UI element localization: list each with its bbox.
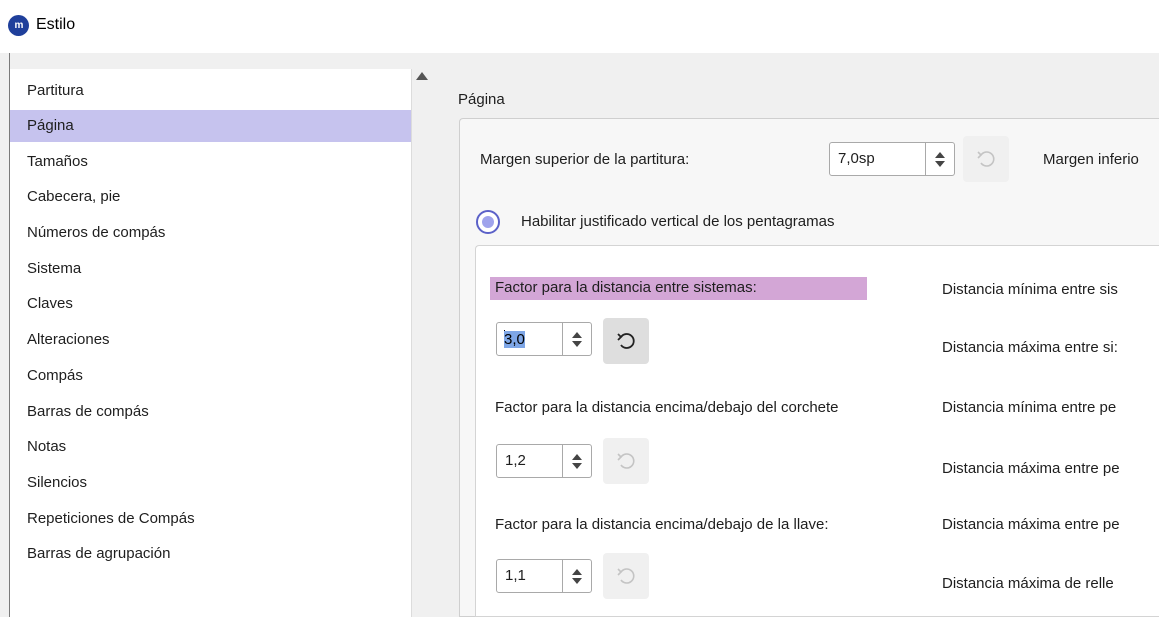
stepper-arrows[interactable] (562, 445, 591, 477)
reset-icon (617, 568, 635, 584)
min-system-distance-label: Distancia mínima entre sis (942, 281, 1118, 298)
system-factor-value[interactable]: 3,0 (504, 330, 525, 348)
max-system-distance-label: Distancia máxima entre si: (942, 339, 1118, 356)
spin-up-icon[interactable] (572, 454, 582, 460)
margin-top-reset-button[interactable] (963, 136, 1009, 182)
spin-down-icon[interactable] (572, 341, 582, 347)
brace-factor-reset-button[interactable] (603, 553, 649, 599)
sidebar-item-pagina[interactable]: Página (10, 109, 411, 142)
reset-icon (977, 151, 995, 167)
spin-up-icon[interactable] (572, 569, 582, 575)
bracket-factor-stepper[interactable]: 1,2 (496, 444, 592, 478)
stepper-arrows[interactable] (562, 560, 591, 592)
stepper-arrows[interactable] (925, 143, 954, 175)
title-bar: m Estilo (0, 0, 1159, 48)
spin-up-icon[interactable] (935, 152, 945, 158)
bracket-factor-reset-button[interactable] (603, 438, 649, 484)
margin-top-label: Margen superior de la partitura: (480, 151, 690, 168)
margin-bottom-label: Margen inferio (1043, 151, 1139, 168)
vertical-justify-toggle[interactable] (476, 210, 500, 234)
scroll-up-arrow-icon[interactable] (416, 72, 428, 80)
sidebar-item-tamanos[interactable]: Tamaños (10, 144, 411, 180)
spin-up-icon[interactable] (572, 332, 582, 338)
min-staff-distance-label: Distancia mínima entre pe (942, 399, 1117, 416)
max-fill-distance-label: Distancia máxima de relle (942, 575, 1114, 592)
vertical-justify-label[interactable]: Habilitar justificado vertical de los pe… (521, 213, 834, 230)
sidebar-scrollbar[interactable] (411, 69, 439, 617)
spin-down-icon[interactable] (572, 463, 582, 469)
system-factor-reset-button[interactable] (603, 318, 649, 364)
sidebar-item-alteraciones[interactable]: Alteraciones (10, 322, 411, 358)
sidebar-item-barras-de-agrupacion[interactable]: Barras de agrupación (10, 536, 411, 572)
style-category-list: Partitura Página Tamaños Cabecera, pie N… (10, 69, 411, 617)
app-logo-icon: m (8, 15, 29, 36)
sidebar-item-sistema[interactable]: Sistema (10, 251, 411, 287)
stepper-arrows[interactable] (562, 323, 591, 355)
brace-factor-stepper[interactable]: 1,1 (496, 559, 592, 593)
spin-down-icon[interactable] (572, 578, 582, 584)
max-staff-distance-label-2: Distancia máxima entre pe (942, 516, 1120, 533)
sidebar-item-cabecera-pie[interactable]: Cabecera, pie (10, 179, 411, 215)
reset-icon (617, 453, 635, 469)
brace-factor-label: Factor para la distancia encima/debajo d… (495, 516, 829, 533)
bracket-factor-value[interactable]: 1,2 (505, 452, 526, 469)
window-title: Estilo (36, 16, 76, 33)
sidebar-item-claves[interactable]: Claves (10, 286, 411, 322)
margin-top-value[interactable]: 7,0sp (838, 150, 875, 167)
sidebar-item-partitura[interactable]: Partitura (10, 73, 411, 109)
margin-top-stepper[interactable]: 7,0sp (829, 142, 955, 176)
sidebar-item-numeros-de-compas[interactable]: Números de compás (10, 215, 411, 251)
sidebar-item-repeticiones-de-compas[interactable]: Repeticiones de Compás (10, 501, 411, 537)
reset-icon (617, 333, 635, 349)
sidebar-item-silencios[interactable]: Silencios (10, 465, 411, 501)
brace-factor-value[interactable]: 1,1 (505, 567, 526, 584)
selected-text: 3,0 (504, 331, 525, 348)
sidebar-item-barras-de-compas[interactable]: Barras de compás (10, 394, 411, 430)
radio-dot (482, 216, 494, 228)
sidebar-item-compas[interactable]: Compás (10, 358, 411, 394)
max-staff-distance-label: Distancia máxima entre pe (942, 460, 1120, 477)
spin-down-icon[interactable] (935, 161, 945, 167)
sidebar-item-notas[interactable]: Notas (10, 429, 411, 465)
section-title: Página (458, 91, 505, 108)
bracket-factor-label: Factor para la distancia encima/debajo d… (495, 399, 839, 416)
system-factor-stepper[interactable]: 3,0 (496, 322, 592, 356)
system-factor-label: Factor para la distancia entre sistemas: (495, 279, 757, 296)
